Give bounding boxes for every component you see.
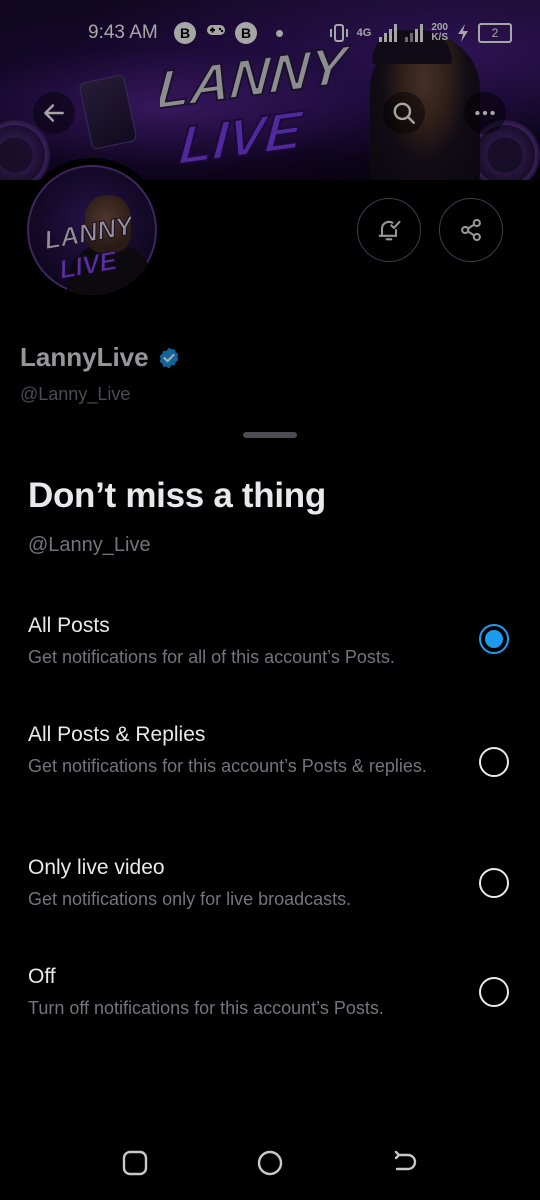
profile-handle: @Lanny_Live — [20, 384, 131, 404]
system-navigation-bar — [0, 1128, 540, 1200]
more-options-button[interactable] — [464, 92, 506, 134]
share-button[interactable] — [439, 198, 503, 262]
radio-button[interactable] — [479, 868, 509, 898]
option-description: Turn off notifications for this account’… — [28, 998, 384, 1018]
profile-name: LannyLive — [20, 342, 149, 372]
signal-bars-icon — [379, 24, 398, 42]
system-back-icon — [394, 1150, 417, 1171]
share-icon — [461, 218, 481, 242]
sheet-drag-handle[interactable] — [243, 432, 297, 438]
signal-bars-icon — [405, 24, 424, 42]
avatar-wordmark: LANNY LIVE — [41, 215, 131, 285]
notification-dot-icon — [276, 30, 283, 37]
status-right-cluster: 4G 200 K/S 2 — [329, 20, 512, 46]
battery-level: 2 — [491, 26, 499, 40]
notification-settings-sheet: Don’t miss a thing @Lanny_Live All Posts… — [0, 416, 540, 1200]
home-circle-icon — [257, 1150, 283, 1176]
search-button[interactable] — [383, 92, 425, 134]
gamepad-icon — [206, 23, 226, 42]
status-bar: 9:43 AM B B 4G 200 K/S 2 — [0, 0, 540, 64]
network-speed-unit: K/S — [431, 32, 448, 43]
option-label: Off — [28, 965, 56, 988]
search-icon — [393, 102, 415, 124]
option-label: Only live video — [28, 856, 165, 879]
option-label: All Posts — [28, 614, 110, 637]
home-button[interactable] — [255, 1148, 285, 1178]
recents-square-icon — [122, 1150, 148, 1176]
option-only-live-video[interactable]: Only live video Get notifications only f… — [0, 856, 540, 946]
option-description: Get notifications only for live broadcas… — [28, 889, 352, 909]
bell-check-icon — [378, 220, 401, 241]
network-type: 4G — [356, 27, 372, 39]
radio-button[interactable] — [479, 977, 509, 1007]
option-description: Get notifications for this account’s Pos… — [28, 756, 427, 776]
radio-button[interactable] — [479, 747, 509, 777]
option-off[interactable]: Off Turn off notifications for this acco… — [0, 965, 540, 1055]
verified-badge-icon — [159, 347, 178, 368]
recents-button[interactable] — [120, 1148, 150, 1178]
back-button[interactable] — [33, 92, 75, 134]
notifications-button[interactable] — [357, 198, 421, 262]
vibrate-icon — [329, 24, 348, 42]
radio-button-selected[interactable] — [479, 624, 509, 654]
option-all-posts[interactable]: All Posts Get notifications for all of t… — [0, 614, 540, 704]
profile-avatar[interactable]: LANNY LIVE — [20, 158, 164, 302]
back-arrow-icon — [44, 104, 64, 122]
playing-card-decoration — [78, 73, 138, 151]
sheet-title: Don’t miss a thing — [28, 476, 326, 515]
more-icon — [475, 110, 495, 116]
system-back-button[interactable] — [390, 1148, 420, 1178]
option-all-posts-and-replies[interactable]: All Posts & Replies Get notifications fo… — [0, 723, 540, 813]
option-description: Get notifications for all of this accoun… — [28, 647, 395, 667]
network-speed: 200 K/S — [431, 23, 448, 43]
charging-bolt-icon — [458, 24, 468, 42]
app-notification-icon: B — [235, 22, 257, 44]
profile-name-row: LannyLive — [20, 342, 181, 373]
sheet-handle: @Lanny_Live — [28, 534, 151, 556]
status-time: 9:43 AM — [88, 22, 158, 43]
app-notification-icon: B — [174, 22, 196, 44]
battery-icon: 2 — [478, 23, 512, 43]
option-label: All Posts & Replies — [28, 723, 206, 746]
